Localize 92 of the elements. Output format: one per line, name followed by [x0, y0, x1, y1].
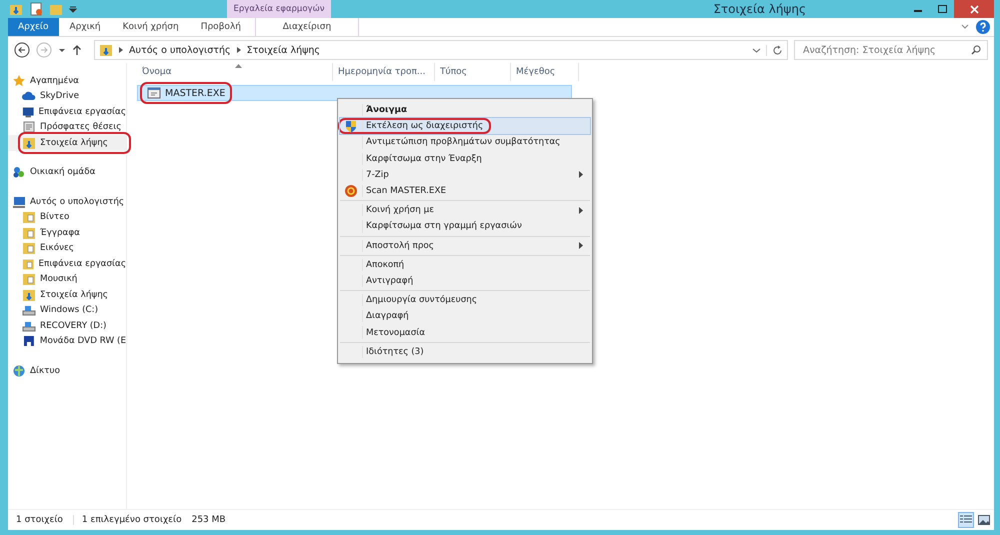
dropdown-icon[interactable]	[752, 46, 761, 54]
ribbon-tab[interactable]: Κοινή χρήση	[112, 18, 190, 36]
refresh-icon[interactable]	[766, 44, 783, 56]
sidebar-item[interactable]: RECOVERY (D:)	[8, 318, 126, 334]
folder-icon	[22, 226, 36, 240]
drive-icon	[22, 303, 36, 318]
menu-item[interactable]: Εκτέλεση ως διαχειριστής	[340, 118, 590, 134]
sidebar-item[interactable]: Έγγραφα	[8, 225, 126, 240]
up-arrow-icon[interactable]	[72, 44, 82, 56]
breadcrumb[interactable]: Στοιχεία λήψης	[246, 44, 320, 56]
details-view-button[interactable]	[958, 512, 974, 528]
download-folder-icon	[99, 43, 113, 57]
menu-item[interactable]: Αποστολή προς	[340, 238, 590, 254]
menu-item[interactable]: Ιδιότητες (3)	[340, 344, 590, 360]
back-button-icon[interactable]	[14, 42, 30, 58]
dropdown-icon[interactable]	[69, 5, 77, 13]
search-icon	[971, 45, 981, 55]
dvd-drive-icon	[22, 334, 36, 348]
column-header[interactable]: Όνομα	[137, 63, 333, 81]
sidebar-item[interactable]: Οικιακή ομάδα	[8, 164, 126, 180]
sidebar-item[interactable]: Στοιχεία λήψης	[8, 287, 126, 302]
breadcrumb[interactable]: Αυτός ο υπολογιστής	[129, 44, 231, 56]
column-header[interactable]: Τύπος	[435, 63, 511, 81]
sidebar-item[interactable]: Μονάδα DVD RW (E	[8, 334, 126, 349]
menu-item[interactable]: Μετονομασία	[340, 324, 590, 341]
homegroup-icon	[12, 165, 26, 180]
sort-arrow-icon	[234, 64, 242, 68]
application-icon	[147, 86, 161, 100]
menu-item[interactable]: Αποκοπή	[340, 256, 590, 273]
menu-item[interactable]: Καρφίτσωμα στη γραμμή εργασιών	[340, 218, 590, 234]
details-view-icon	[960, 515, 972, 525]
sidebar-item[interactable]: SkyDrive	[8, 88, 126, 104]
menu-item[interactable]: Αντιμετώπιση προβλημάτων συμβατότητας	[340, 134, 590, 151]
ribbon-tab[interactable]: Διαχείριση	[254, 18, 359, 36]
thumbnails-view-button[interactable]	[976, 512, 992, 528]
submenu-arrow-icon	[579, 206, 583, 214]
chevron-right-icon[interactable]	[236, 46, 242, 54]
search-field[interactable]: Αναζήτηση: Στοιχεία λήψης	[794, 40, 988, 60]
thumbnails-view-icon	[978, 515, 990, 525]
menu-item[interactable]: Scan MASTER.EXE	[340, 182, 590, 200]
recent-places-icon	[22, 120, 36, 134]
column-header[interactable]: Ημερομηνία τροπ...	[333, 63, 435, 81]
folder-icon	[22, 241, 36, 256]
scan-icon	[345, 185, 357, 198]
close-icon	[970, 4, 978, 14]
menu-item[interactable]: Καρφίτσωμα στην Έναρξη	[340, 150, 590, 167]
selection-info: 1 επιλεγμένο στοιχείο	[72, 515, 182, 525]
folder-icon	[22, 210, 36, 224]
folder-icon	[22, 256, 34, 271]
menu-item[interactable]: Διαγραφή	[340, 308, 590, 324]
document-icon[interactable]	[29, 2, 43, 16]
menu-item[interactable]: Κοινή χρήση με	[340, 202, 590, 218]
menu-item[interactable]: Άνοιγμα	[340, 102, 590, 118]
computer-icon	[12, 194, 26, 209]
sidebar-item[interactable]: Πρόσφατες θέσεις	[8, 120, 126, 135]
ribbon-tab[interactable]: Προβολή	[190, 18, 252, 36]
sidebar-item[interactable]: Επιφάνεια εργασίας	[8, 104, 126, 120]
folder-icon[interactable]	[9, 2, 23, 16]
sidebar-item[interactable]: Βίντεο	[8, 210, 126, 225]
dropdown-icon[interactable]	[58, 46, 66, 54]
window-title: Στοιχεία λήψης	[713, 2, 807, 16]
address-bar[interactable]: Αυτός ο υπολογιστής Στοιχεία λήψης	[94, 40, 788, 60]
sidebar-item[interactable]: Εικόνες	[8, 240, 126, 256]
folder-icon	[22, 272, 36, 286]
item-count: 1 στοιχείο	[16, 515, 63, 525]
sidebar-item[interactable]: Επιφάνεια εργασίας	[8, 256, 126, 272]
help-icon[interactable]	[976, 20, 990, 34]
context-tab-group: Εργαλεία εφαρμογών	[227, 0, 331, 18]
menu-item[interactable]: Δημιουργία συντόμευσης	[340, 292, 590, 308]
ribbon-tab[interactable]: Αρχείο	[8, 18, 58, 36]
sidebar-item[interactable]: Αυτός ο υπολογιστής	[8, 194, 126, 210]
shield-icon	[345, 120, 357, 133]
menu-item[interactable]: 7-Zip	[340, 166, 590, 183]
download-folder-icon	[22, 288, 36, 302]
sidebar-item[interactable]: Δίκτυο	[8, 363, 126, 378]
sidebar-item[interactable]: Αγαπημένα	[8, 73, 126, 88]
selection-size: 253 MB	[192, 515, 226, 525]
ribbon-tab[interactable]: Αρχική	[58, 18, 112, 36]
column-header[interactable]: Μέγεθος	[511, 63, 579, 81]
download-folder-icon	[22, 136, 36, 150]
monitor-icon	[22, 104, 34, 119]
chevron-right-icon[interactable]	[118, 46, 124, 54]
network-icon	[12, 364, 26, 378]
star-icon	[12, 74, 26, 88]
menu-item[interactable]: Αντιγραφή	[340, 272, 590, 290]
submenu-arrow-icon	[579, 242, 583, 250]
close-button[interactable]	[954, 0, 994, 18]
file-name: MASTER.EXE	[140, 82, 232, 104]
sidebar-item[interactable]: Windows (C:)	[8, 302, 126, 318]
sidebar-item[interactable]: Μουσική	[8, 272, 126, 287]
maximize-icon	[938, 5, 946, 13]
submenu-arrow-icon	[579, 171, 583, 178]
